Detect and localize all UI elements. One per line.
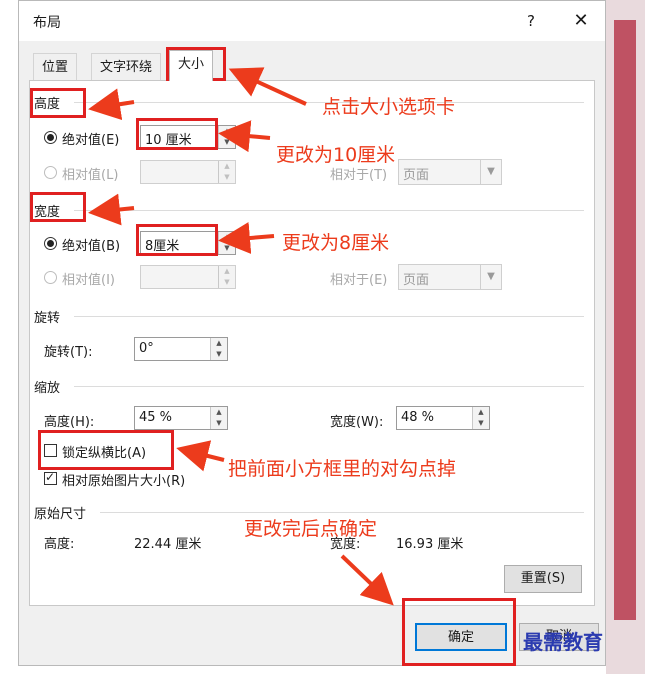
spin-down-icon[interactable]: ▼ <box>219 172 235 183</box>
spin-down-icon[interactable]: ▼ <box>219 137 235 148</box>
scale-height-value: 45 % <box>139 410 173 425</box>
spin-up-icon[interactable]: ▲ <box>473 407 489 418</box>
spin-up-icon[interactable]: ▲ <box>219 266 235 277</box>
rotate-input[interactable]: 0° ▲ ▼ <box>134 337 228 361</box>
lock-aspect-highlight-box <box>38 430 174 470</box>
width-hint: 更改为8厘米 <box>282 232 390 254</box>
original-height-label: 高度: <box>44 537 75 552</box>
background-stripe <box>614 20 636 620</box>
background-image-edge <box>606 0 645 674</box>
spin-down-icon[interactable]: ▼ <box>219 277 235 288</box>
width-relative-label: 相对值(I) <box>62 273 115 288</box>
height-relative-input[interactable]: ▲ ▼ <box>140 160 236 184</box>
help-button[interactable]: ? <box>519 9 543 33</box>
width-relative-to-value: 页面 <box>403 273 430 288</box>
scale-height-label: 高度(H): <box>44 415 95 430</box>
watermark: 最需教育 <box>523 630 603 654</box>
rotate-label: 旋转(T): <box>44 345 93 360</box>
spin-up-icon[interactable]: ▲ <box>219 161 235 172</box>
original-separator <box>100 512 584 513</box>
chevron-down-icon[interactable]: ▼ <box>480 265 501 289</box>
rotate-value: 0° <box>139 341 154 356</box>
height-absolute-label: 绝对值(E) <box>62 133 120 148</box>
width-absolute-radio[interactable] <box>44 237 57 250</box>
ok-hint: 更改完后点确定 <box>244 518 378 540</box>
relative-original-label: 相对原始图片大小(R) <box>62 474 186 489</box>
height-absolute-radio[interactable] <box>44 131 57 144</box>
spin-down-icon[interactable]: ▼ <box>219 243 235 254</box>
width-relative-to-select[interactable]: 页面 ▼ <box>398 264 502 290</box>
spin-down-icon[interactable]: ▼ <box>211 418 227 429</box>
chevron-down-icon[interactable]: ▼ <box>480 160 501 184</box>
height-relative-spin-arrows[interactable]: ▲ ▼ <box>218 161 235 183</box>
original-width-value: 16.93 厘米 <box>396 537 464 552</box>
scale-width-spin-arrows[interactable]: ▲ ▼ <box>472 407 489 429</box>
rotate-spin-arrows[interactable]: ▲ ▼ <box>210 338 227 360</box>
width-relative-to-label: 相对于(E) <box>330 273 388 288</box>
tab-hint: 点击大小选项卡 <box>322 96 456 118</box>
title-bar: 布局 ? ✕ <box>19 1 605 41</box>
width-separator <box>74 210 584 211</box>
width-value-highlight-box <box>136 224 218 256</box>
scale-width-input[interactable]: 48 % ▲ ▼ <box>396 406 490 430</box>
height-spin-arrows[interactable]: ▲ ▼ <box>218 126 235 148</box>
scale-separator <box>74 386 584 387</box>
close-button[interactable]: ✕ <box>567 9 595 33</box>
layout-dialog: 布局 ? ✕ 位置 文字环绕 大小 高度 绝对值(E) 10 厘米 ▲ ▼ 相对值… <box>18 0 606 666</box>
width-relative-spin-arrows[interactable]: ▲ ▼ <box>218 266 235 288</box>
width-absolute-label: 绝对值(B) <box>62 239 121 254</box>
height-highlight-box <box>30 88 86 118</box>
tab-text-wrapping[interactable]: 文字环绕 <box>91 53 162 81</box>
height-value-highlight-box <box>136 118 218 150</box>
width-relative-input[interactable]: ▲ ▼ <box>140 265 236 289</box>
width-spin-arrows[interactable]: ▲ ▼ <box>218 232 235 254</box>
scale-section-label: 缩放 <box>34 381 61 396</box>
height-relative-label: 相对值(L) <box>62 168 119 183</box>
ok-highlight-box <box>402 598 516 666</box>
scale-width-label: 宽度(W): <box>330 415 384 430</box>
spin-down-icon[interactable]: ▼ <box>211 349 227 360</box>
tab-position[interactable]: 位置 <box>33 53 78 81</box>
spin-up-icon[interactable]: ▲ <box>211 407 227 418</box>
relative-original-checkbox[interactable] <box>44 470 57 485</box>
scale-width-value: 48 % <box>401 410 435 425</box>
spin-up-icon[interactable]: ▲ <box>219 232 235 243</box>
height-relative-to-value: 页面 <box>403 168 430 183</box>
rotate-separator <box>74 316 584 317</box>
width-relative-radio[interactable] <box>44 271 57 284</box>
scale-height-input[interactable]: 45 % ▲ ▼ <box>134 406 228 430</box>
height-relative-to-select[interactable]: 页面 ▼ <box>398 159 502 185</box>
spin-down-icon[interactable]: ▼ <box>473 418 489 429</box>
original-height-value: 22.44 厘米 <box>134 537 202 552</box>
spin-up-icon[interactable]: ▲ <box>211 338 227 349</box>
lock-hint: 把前面小方框里的对勾点掉 <box>228 458 457 480</box>
dialog-title: 布局 <box>33 15 61 31</box>
spin-up-icon[interactable]: ▲ <box>219 126 235 137</box>
reset-button[interactable]: 重置(S) <box>504 565 582 593</box>
width-highlight-box <box>30 192 86 222</box>
original-section-label: 原始尺寸 <box>34 507 87 522</box>
tab-size[interactable]: 大小 <box>169 50 214 81</box>
height-relative-radio[interactable] <box>44 166 57 179</box>
height-hint: 更改为10厘米 <box>276 144 396 166</box>
rotate-section-label: 旋转 <box>34 311 61 326</box>
scale-height-spin-arrows[interactable]: ▲ ▼ <box>210 407 227 429</box>
